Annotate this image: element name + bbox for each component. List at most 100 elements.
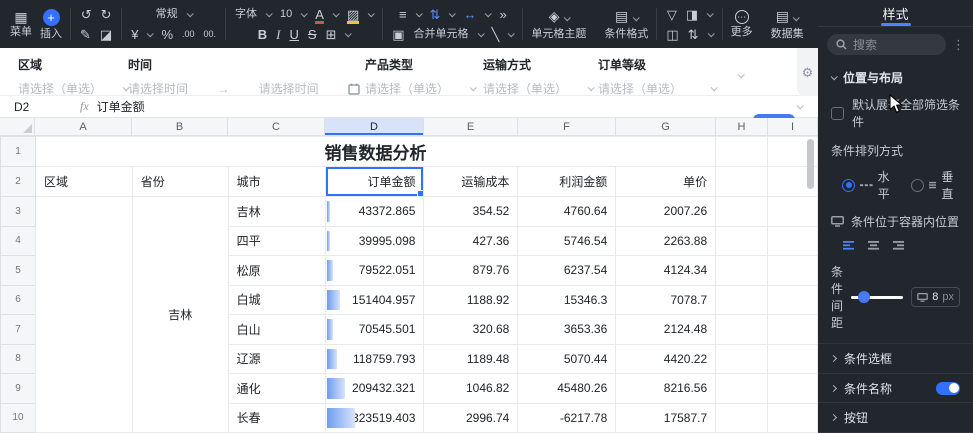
radio-horizontal[interactable]: 水平 xyxy=(842,168,897,202)
column-header-G[interactable]: G xyxy=(616,118,716,135)
cell-H7[interactable] xyxy=(715,314,769,345)
cell-reference[interactable]: D2 xyxy=(14,100,80,114)
more-button[interactable]: ⋯ 更多 xyxy=(727,8,757,40)
row-header-8[interactable]: 8 xyxy=(0,343,36,374)
cell-G4[interactable]: 2263.88 xyxy=(615,225,717,256)
font-color-icon[interactable]: A xyxy=(315,8,324,24)
cell-G8[interactable]: 4420.22 xyxy=(615,343,717,374)
row-header-3[interactable]: 3 xyxy=(0,196,36,227)
row-header-6[interactable]: 6 xyxy=(0,284,36,315)
align-right-icon[interactable] xyxy=(893,240,906,251)
column-header-F[interactable]: F xyxy=(518,118,616,135)
cell-H2[interactable] xyxy=(715,166,769,197)
redo-icon[interactable]: ↻ xyxy=(101,8,112,21)
number-format-dropdown[interactable]: 常规 xyxy=(131,6,216,22)
cell-H10[interactable] xyxy=(715,402,769,433)
cell-F7[interactable]: 3653.36 xyxy=(517,314,617,345)
filter-icon[interactable]: ▽ xyxy=(667,8,677,21)
cell-E3[interactable]: 354.52 xyxy=(423,196,519,227)
cell-H9[interactable] xyxy=(715,373,769,404)
order-level-select[interactable]: 请选择（单选） xyxy=(598,80,718,97)
cell-I7[interactable] xyxy=(767,314,818,345)
cell-E2[interactable]: 运输成本 xyxy=(423,166,519,197)
cell-F8[interactable]: 5070.44 xyxy=(517,343,617,374)
decrease-decimal-icon[interactable]: 00. xyxy=(204,28,217,41)
spacing-value-box[interactable]: 8 px xyxy=(911,287,960,307)
cell-H6[interactable] xyxy=(715,284,769,315)
cell-C9[interactable]: 通化 xyxy=(227,373,326,404)
section-condition-box[interactable]: 条件选框 xyxy=(818,343,973,373)
search-input[interactable]: 搜索 xyxy=(827,34,946,55)
conditional-format-button[interactable]: ▤ 条件格式 xyxy=(600,6,652,42)
date-range-input[interactable]: 请选择时间 → 请选择时间 xyxy=(128,80,360,97)
formula-value[interactable]: 订单金额 xyxy=(97,98,145,115)
cell-F6[interactable]: 15346.3 xyxy=(517,284,617,315)
radio-vertical[interactable]: 垂直 xyxy=(910,168,960,202)
cell-I8[interactable] xyxy=(767,343,818,374)
cell-H3[interactable] xyxy=(715,196,769,227)
row-header-1[interactable]: 1 xyxy=(0,136,36,167)
section-condition-name[interactable]: 条件名称 xyxy=(818,372,973,403)
cell-C4[interactable]: 四平 xyxy=(227,225,326,256)
cell-title[interactable]: 销售数据分析 xyxy=(34,136,717,167)
cell-I4[interactable] xyxy=(767,225,818,256)
cell-F3[interactable]: 4760.64 xyxy=(517,196,617,227)
cell-E7[interactable]: 320.68 xyxy=(423,314,519,345)
expand-all-checkbox[interactable] xyxy=(831,106,844,120)
cell-F5[interactable]: 6237.54 xyxy=(517,255,617,286)
split-icon[interactable]: ◫ xyxy=(666,28,678,41)
select-all-corner[interactable] xyxy=(0,118,35,135)
cell-G5[interactable]: 4124.34 xyxy=(615,255,717,286)
cell-D10[interactable]: 323519.403 xyxy=(324,402,425,433)
row-header-9[interactable]: 9 xyxy=(0,373,36,404)
slider-handle[interactable] xyxy=(858,291,871,303)
cell-I3[interactable] xyxy=(767,196,818,227)
cell-G7[interactable]: 2124.48 xyxy=(615,314,717,345)
fill-color-icon[interactable]: ▨ xyxy=(346,8,360,24)
cell-G2[interactable]: 单价 xyxy=(615,166,717,197)
dataset-button[interactable]: ▤ 数据集 xyxy=(767,6,808,42)
cell-D5[interactable]: 79522.051 xyxy=(324,255,425,286)
diagonal-border-icon[interactable]: ╲ xyxy=(492,28,500,41)
gear-icon[interactable]: ⚙ xyxy=(802,65,814,96)
insert-button[interactable]: + 插入 xyxy=(36,7,66,42)
italic-button[interactable]: I xyxy=(276,28,280,41)
shipping-method-select[interactable]: 请选择（单选） xyxy=(483,80,595,97)
region-select[interactable]: 请选择（单选） xyxy=(18,80,130,97)
cell-C10[interactable]: 长春 xyxy=(227,402,326,433)
cell-A-merged[interactable] xyxy=(34,196,133,433)
cell-B-merged-province[interactable]: 吉林 xyxy=(131,196,229,433)
column-header-B[interactable]: B xyxy=(132,118,228,135)
cell-G3[interactable]: 2007.26 xyxy=(615,196,717,227)
row-header-2[interactable]: 2 xyxy=(0,166,36,197)
section-button[interactable]: 按钮 xyxy=(818,402,973,432)
product-type-select[interactable]: 请选择（单选） xyxy=(365,80,477,97)
align-left-icon[interactable] xyxy=(843,240,856,251)
cell-C2[interactable]: 城市 xyxy=(227,166,326,197)
cell-F4[interactable]: 5746.54 xyxy=(517,225,617,256)
formula-bar-expand-chevron[interactable] xyxy=(796,102,804,110)
merge-cells-button[interactable]: ▣ 合并单元格 ╲ xyxy=(392,26,516,42)
cell-I10[interactable] xyxy=(767,402,818,433)
cell-E6[interactable]: 1188.92 xyxy=(423,284,519,315)
percent-icon[interactable]: % xyxy=(161,28,173,41)
underline-button[interactable]: U xyxy=(290,28,299,41)
cell-C8[interactable]: 辽源 xyxy=(227,343,326,374)
row-header-5[interactable]: 5 xyxy=(0,255,36,286)
cell-C7[interactable]: 白山 xyxy=(227,314,326,345)
cell-A2[interactable]: 区域 xyxy=(34,166,133,197)
cell-E9[interactable]: 1046.82 xyxy=(423,373,519,404)
row-header-10[interactable]: 10 xyxy=(0,402,36,433)
cell-D9[interactable]: 209432.321 xyxy=(324,373,425,404)
section-layout-header[interactable]: 位置与布局 xyxy=(830,69,960,86)
condition-name-toggle[interactable] xyxy=(936,381,960,395)
column-header-I[interactable]: I xyxy=(768,118,818,135)
column-header-D[interactable]: D xyxy=(325,118,424,135)
cell-H4[interactable] xyxy=(715,225,769,256)
indent-icon[interactable]: » xyxy=(499,8,506,21)
cell-E10[interactable]: 2996.74 xyxy=(423,402,519,433)
more-options-icon[interactable]: ⋮ xyxy=(952,37,965,53)
cell-G10[interactable]: 17587.7 xyxy=(615,402,717,433)
cell-C6[interactable]: 白城 xyxy=(227,284,326,315)
increase-decimal-icon[interactable]: .00 xyxy=(182,28,195,41)
